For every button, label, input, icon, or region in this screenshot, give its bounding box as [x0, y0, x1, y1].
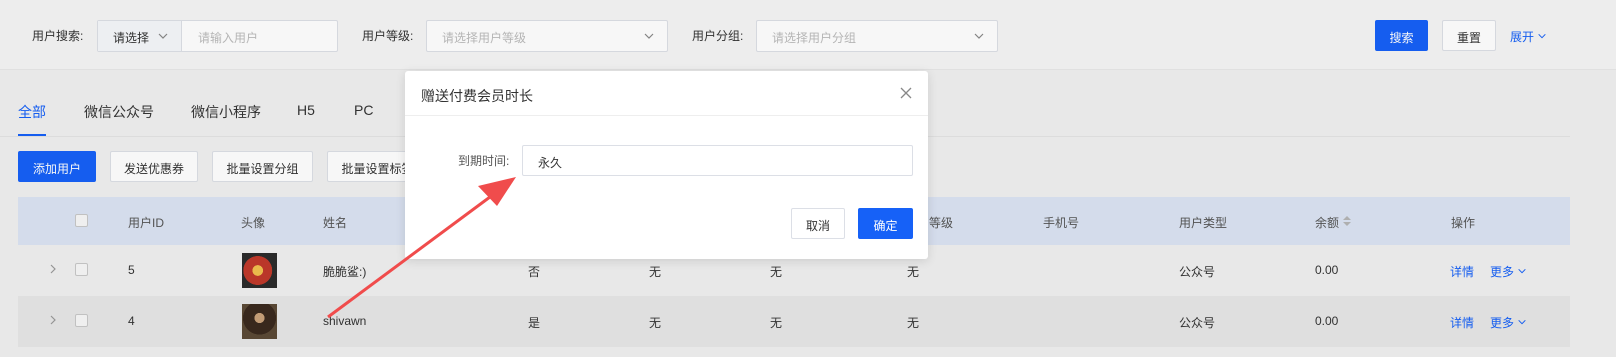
cell-balance: 0.00	[1315, 314, 1339, 328]
cell-col-b: 无	[649, 316, 662, 330]
table-row: 4 shivawn 是 无 无 无 公众号 0.00 详情 更多	[18, 296, 1570, 347]
dialog-divider	[405, 115, 928, 116]
header-operations: 操作	[1451, 216, 1476, 230]
chevron-down-icon	[643, 30, 655, 45]
cell-col-c: 无	[770, 316, 783, 330]
chevron-down-icon	[1537, 30, 1547, 44]
more-dropdown[interactable]: 更多	[1490, 314, 1527, 331]
batch-group-button[interactable]: 批量设置分组	[212, 151, 313, 182]
gift-membership-dialog: 赠送付费会员时长 到期时间: 永久 取消 确定	[405, 71, 928, 259]
more-dropdown[interactable]: 更多	[1490, 263, 1527, 280]
cell-level: 无	[907, 265, 920, 279]
row-checkbox[interactable]	[75, 314, 88, 327]
group-label: 用户分组:	[692, 29, 744, 43]
chevron-down-icon	[973, 30, 985, 45]
more-label: 更多	[1490, 316, 1515, 330]
sort-icon[interactable]	[1342, 216, 1352, 230]
search-button[interactable]: 搜索	[1375, 20, 1428, 51]
close-icon[interactable]	[898, 85, 914, 101]
user-search-group: 请选择 请输入用户	[97, 20, 338, 52]
tab-all[interactable]: 全部	[18, 102, 46, 122]
cell-col-c: 无	[770, 265, 783, 279]
expand-label: 展开	[1510, 30, 1535, 44]
send-coupon-button[interactable]: 发送优惠券	[110, 151, 198, 182]
chevron-down-icon	[157, 30, 169, 45]
cell-user-type: 公众号	[1179, 265, 1216, 279]
cell-col-a: 是	[528, 316, 541, 330]
expiry-input[interactable]: 永久	[522, 145, 913, 176]
level-label: 用户等级:	[362, 29, 414, 43]
avatar	[242, 304, 277, 339]
level-select[interactable]: 请选择用户等级	[426, 20, 668, 52]
detail-link[interactable]: 详情	[1450, 263, 1474, 280]
header-name: 姓名	[323, 216, 348, 230]
cell-user-id: 4	[128, 314, 135, 328]
header-balance-label: 余额	[1315, 216, 1340, 230]
tab-wechat-miniprogram[interactable]: 微信小程序	[191, 102, 261, 122]
filter-bar: 用户搜索: 请选择 请输入用户 用户等级: 请选择用户等级 用户分组: 请选择用…	[0, 0, 1616, 70]
cell-name: shivawn	[323, 314, 367, 328]
active-tab-indicator	[18, 134, 46, 136]
tab-h5[interactable]: H5	[297, 102, 315, 118]
row-checkbox[interactable]	[75, 263, 88, 276]
cell-name: 脆脆鲨:)	[323, 265, 367, 279]
user-search-label: 用户搜索:	[32, 29, 84, 43]
tab-pc[interactable]: PC	[354, 102, 373, 118]
header-phone: 手机号	[1043, 216, 1080, 230]
confirm-button[interactable]: 确定	[858, 208, 913, 239]
chevron-down-icon	[1517, 316, 1527, 330]
user-search-input[interactable]: 请输入用户	[198, 29, 258, 46]
chevron-down-icon	[1517, 265, 1527, 279]
search-type-select[interactable]: 请选择	[98, 21, 182, 51]
cell-col-b: 无	[649, 265, 662, 279]
cell-user-type: 公众号	[1179, 316, 1216, 330]
header-user-id: 用户ID	[128, 216, 165, 230]
cell-user-id: 5	[128, 263, 135, 277]
expand-link[interactable]: 展开	[1510, 28, 1547, 45]
expiry-label: 到期时间:	[458, 154, 510, 168]
group-placeholder: 请选择用户分组	[772, 31, 857, 45]
cell-col-a: 否	[528, 265, 541, 279]
header-user-type: 用户类型	[1179, 216, 1228, 230]
level-placeholder: 请选择用户等级	[442, 31, 527, 45]
detail-link[interactable]: 详情	[1450, 314, 1474, 331]
avatar	[242, 253, 277, 288]
dialog-title: 赠送付费会员时长	[421, 88, 533, 104]
cancel-button[interactable]: 取消	[791, 208, 845, 239]
reset-button[interactable]: 重置	[1442, 20, 1496, 51]
select-all-checkbox[interactable]	[75, 214, 88, 227]
tab-wechat-official[interactable]: 微信公众号	[84, 102, 154, 122]
cell-balance: 0.00	[1315, 263, 1339, 277]
cell-level: 无	[907, 316, 920, 330]
header-avatar: 头像	[241, 216, 266, 230]
add-user-button[interactable]: 添加用户	[18, 151, 96, 182]
chevron-right-icon[interactable]	[48, 263, 58, 277]
more-label: 更多	[1490, 265, 1515, 279]
header-balance[interactable]: 余额	[1315, 214, 1352, 231]
chevron-right-icon[interactable]	[48, 314, 58, 328]
group-select[interactable]: 请选择用户分组	[756, 20, 998, 52]
search-type-value: 请选择	[113, 31, 150, 45]
